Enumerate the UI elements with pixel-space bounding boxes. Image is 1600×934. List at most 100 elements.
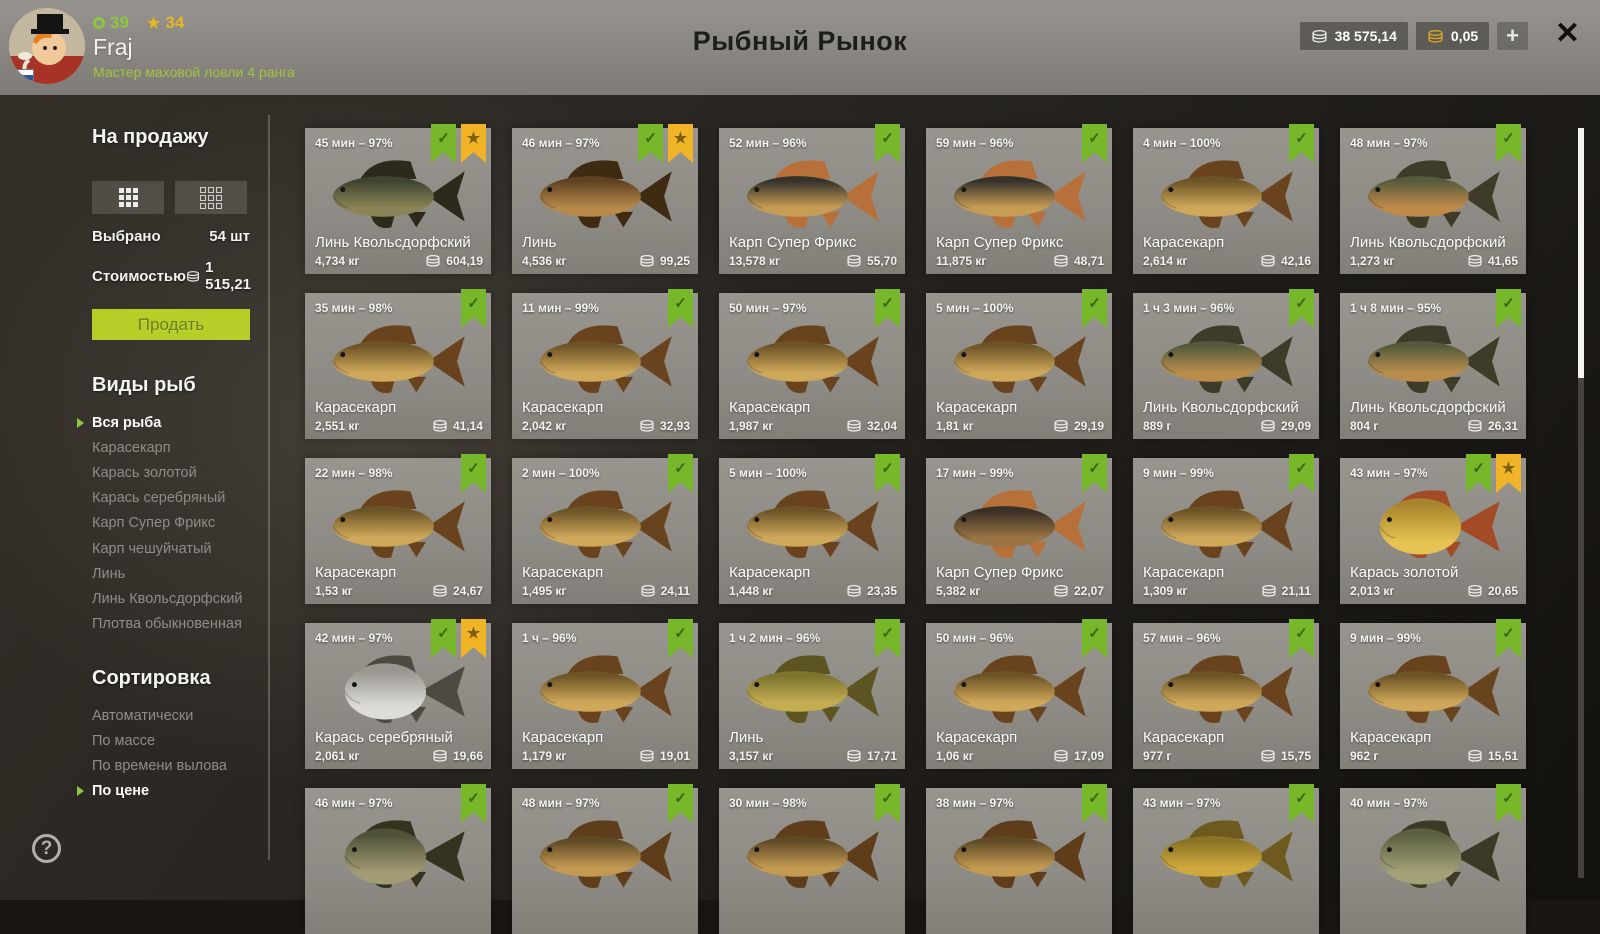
fish-price-value: 23,35 — [866, 584, 897, 598]
fish-card[interactable]: 38 мин – 97% ✓ — [926, 784, 1112, 934]
help-button[interactable]: ? — [32, 834, 61, 863]
fish-image — [313, 478, 483, 570]
sort-option[interactable]: Автоматически — [92, 708, 250, 725]
fish-card[interactable]: 57 мин – 96% ✓ Карасекарп 977 г 15,75 — [1133, 619, 1319, 769]
fish-weight: 4,536 кг — [522, 254, 567, 268]
fish-image — [1141, 808, 1311, 900]
close-button[interactable]: ✕ — [1555, 16, 1580, 51]
fish-card[interactable]: 30 мин – 98% ✓ — [719, 784, 905, 934]
fish-name: Карп Супер Фрикс — [729, 234, 857, 251]
fish-card[interactable]: 2 мин – 100% ✓ Карасекарп 1,495 кг 24,11 — [512, 454, 698, 604]
fish-card[interactable]: 11 мин – 99% ✓ Карасекарп 2,042 кг 32,93 — [512, 289, 698, 439]
fish-price: 99,25 — [639, 254, 690, 268]
view-toggle-small-grid[interactable] — [175, 181, 247, 214]
fish-weight: 13,578 кг — [729, 254, 781, 268]
fish-image — [520, 313, 690, 405]
fish-card[interactable]: 46 мин – 97% ✓ ★ Линь 4,536 кг 99,25 — [512, 124, 698, 274]
fish-card[interactable]: 48 мин – 97% ✓ — [512, 784, 698, 934]
fish-card[interactable]: 1 ч – 96% ✓ Карасекарп 1,179 кг 19,01 — [512, 619, 698, 769]
cost-value: 1 515,21 — [205, 259, 252, 293]
silver-coin-icon — [1054, 585, 1068, 597]
fish-card[interactable]: 5 мин – 100% ✓ Карасекарп 1,81 кг 29,19 — [926, 289, 1112, 439]
card-bottom-row: 2,061 кг 19,66 — [315, 749, 483, 763]
fish-card[interactable]: 50 мин – 97% ✓ Карасекарп 1,987 кг 32,04 — [719, 289, 905, 439]
species-item[interactable]: Карасекарп — [92, 440, 250, 457]
fish-card[interactable]: 1 ч 2 мин – 96% ✓ Линь 3,157 кг 17,71 — [719, 619, 905, 769]
fish-card[interactable]: 43 мин – 97% ✓ — [1133, 784, 1319, 934]
card-bottom-row: 2,013 кг 20,65 — [1350, 584, 1518, 598]
fish-card[interactable]: 48 мин – 97% ✓ Линь Квольсдорфский 1,273 кг… — [1340, 124, 1526, 274]
fish-card[interactable]: 43 мин – 97% ✓ ★ Карась золотой 2,013 кг 20,6… — [1340, 454, 1526, 604]
fish-card[interactable]: 9 мин – 99% ✓ Карасекарп 962 г 15,51 — [1340, 619, 1526, 769]
fish-card[interactable]: 5 мин – 100% ✓ Карасекарп 1,448 кг 23,35 — [719, 454, 905, 604]
sort-option[interactable]: По массе — [92, 733, 250, 750]
gold-balance-badge[interactable]: 0,05 — [1415, 22, 1490, 50]
species-item[interactable]: Вся рыба — [77, 415, 250, 432]
species-item[interactable]: Плотва обыкновенная — [92, 616, 250, 633]
species-item[interactable]: Линь — [92, 566, 250, 583]
sell-button[interactable]: Продать — [92, 309, 250, 340]
fish-weight: 889 г — [1143, 419, 1172, 433]
fish-card[interactable]: 40 мин – 97% ✓ — [1340, 784, 1526, 934]
fish-name: Карасекарп — [522, 729, 604, 746]
silver-coin-icon — [1054, 750, 1068, 762]
view-toggle-large-grid[interactable] — [92, 181, 164, 214]
sort-option[interactable]: По цене — [77, 783, 250, 800]
silver-coin-icon — [1054, 255, 1068, 267]
fish-card[interactable]: 42 мин – 97% ✓ ★ Карась серебряный 2,061 кг 1… — [305, 619, 491, 769]
fish-card[interactable]: 17 мин – 99% ✓ Карп Супер Фрикс 5,382 кг 22,… — [926, 454, 1112, 604]
fish-name: Карасекарп — [315, 399, 397, 416]
fish-card[interactable]: 59 мин – 96% ✓ Карп Супер Фрикс 11,875 кг 48… — [926, 124, 1112, 274]
card-bottom-row: 1,987 кг 32,04 — [729, 419, 897, 433]
silver-balance-badge[interactable]: 38 575,14 — [1299, 22, 1408, 50]
fish-price-value: 32,93 — [659, 419, 690, 433]
card-bottom-row: 1,179 кг 19,01 — [522, 749, 690, 763]
card-bottom-row: 1,309 кг 21,11 — [1143, 584, 1311, 598]
silver-coin-icon — [1261, 750, 1275, 762]
fish-card[interactable]: 52 мин – 96% ✓ Карп Супер Фрикс 13,578 кг 55… — [719, 124, 905, 274]
fish-weight: 1,273 кг — [1350, 254, 1395, 268]
silver-coin-icon — [187, 270, 199, 282]
fish-image — [727, 313, 897, 405]
fish-price-value: 29,19 — [1073, 419, 1104, 433]
fish-weight: 1,06 кг — [936, 749, 974, 763]
scrollbar-track[interactable] — [1578, 128, 1584, 878]
species-item[interactable]: Линь Квольсдорфский — [92, 591, 250, 608]
sidebar-divider — [268, 115, 270, 860]
fish-name: Линь Квольсдорфский — [1350, 234, 1506, 251]
fish-card[interactable]: 46 мин – 97% ✓ — [305, 784, 491, 934]
species-item[interactable]: Карп Супер Фрикс — [92, 515, 250, 532]
fish-price: 29,19 — [1053, 419, 1104, 433]
silver-coin-icon — [1261, 255, 1275, 267]
fish-card[interactable]: 45 мин – 97% ✓ ★ Линь Квольсдорфский 4,734 к… — [305, 124, 491, 274]
fish-name: Карась серебряный — [315, 729, 453, 746]
top-bar: 39 ★ 34 Fraj Мастер маховой ловли 4 ранг… — [0, 0, 1600, 95]
sort-option[interactable]: По времени вылова — [92, 758, 250, 775]
species-item[interactable]: Карп чешуйчатый — [92, 541, 250, 558]
fish-price: 24,67 — [432, 584, 483, 598]
species-item[interactable]: Карась серебряный — [92, 490, 250, 507]
fish-image — [1348, 478, 1518, 570]
fish-card[interactable]: 9 мин – 99% ✓ Карасекарп 1,309 кг 21,11 — [1133, 454, 1319, 604]
silver-coin-icon — [433, 750, 447, 762]
fish-weight: 804 г — [1350, 419, 1379, 433]
fish-price-value: 32,04 — [866, 419, 897, 433]
add-money-button[interactable]: + — [1497, 22, 1528, 50]
fish-price: 19,66 — [432, 749, 483, 763]
sort-option-label: По времени вылова — [92, 758, 227, 775]
card-bottom-row: 1,53 кг 24,67 — [315, 584, 483, 598]
fish-card[interactable]: 22 мин – 98% ✓ Карасекарп 1,53 кг 24,67 — [305, 454, 491, 604]
fish-card[interactable]: 4 мин – 100% ✓ Карасекарп 2,614 кг 42,16 — [1133, 124, 1319, 274]
scrollbar-thumb[interactable] — [1578, 128, 1584, 378]
fish-card[interactable]: 35 мин – 98% ✓ Карасекарп 2,551 кг 41,14 — [305, 289, 491, 439]
fish-card[interactable]: 1 ч 3 мин – 96% ✓ Линь Квольсдорфский 889 г… — [1133, 289, 1319, 439]
fish-card[interactable]: 50 мин – 96% ✓ Карасекарп 1,06 кг 17,09 — [926, 619, 1112, 769]
silver-coin-icon — [847, 255, 861, 267]
fish-price-value: 21,11 — [1281, 584, 1311, 598]
species-item[interactable]: Карась золотой — [92, 465, 250, 482]
fish-image — [934, 148, 1104, 240]
species-item-label: Плотва обыкновенная — [92, 615, 242, 632]
fish-card[interactable]: 1 ч 8 мин – 95% ✓ Линь Квольсдорфский 804 г… — [1340, 289, 1526, 439]
fish-price: 15,75 — [1260, 749, 1311, 763]
fish-price-value: 24,11 — [660, 584, 690, 598]
